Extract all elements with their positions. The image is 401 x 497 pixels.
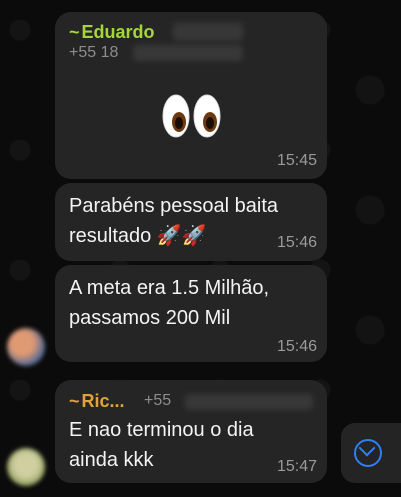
avatar[interactable] <box>7 328 45 366</box>
message-line: passamos 200 Mil <box>69 307 231 329</box>
sender-phone: +55 18 <box>69 44 119 61</box>
avatar[interactable] <box>7 448 45 486</box>
message-line: A meta era 1.5 Milhão, <box>69 277 270 299</box>
message-line: Parabéns pessoal baita <box>69 195 279 217</box>
sender-phone: +55 <box>144 392 172 409</box>
message-line: resultado 🚀🚀 <box>69 225 207 247</box>
message-time: 15:46 <box>276 338 317 355</box>
message-time: 15:46 <box>276 234 317 251</box>
message-bubble-eduardo[interactable]: ~ Eduardo +55 18 15:45 <box>55 12 327 179</box>
redacted-phone <box>133 45 243 61</box>
scroll-to-bottom-button[interactable] <box>341 423 401 483</box>
message-time: 15:45 <box>276 152 317 169</box>
message-time: 15:47 <box>276 458 317 475</box>
eyes-emoji-icon <box>162 94 221 138</box>
sender-name[interactable]: ~ Eduardo <box>69 22 155 43</box>
sender-name[interactable]: ~ Ric... <box>69 391 125 412</box>
message-line: E nao terminou o dia <box>69 419 254 441</box>
message-line: ainda kkk <box>69 449 154 471</box>
message-bubble[interactable]: Parabéns pessoal baita resultado 🚀🚀 15:4… <box>55 183 327 261</box>
redacted-phone <box>185 394 313 410</box>
message-bubble-ric[interactable]: ~ Ric... +55 E nao terminou o dia ainda k… <box>55 380 327 483</box>
sender-tilde: ~ <box>69 22 80 42</box>
sender-tilde: ~ <box>69 391 80 411</box>
redacted-name <box>173 23 243 41</box>
message-bubble[interactable]: A meta era 1.5 Milhão, passamos 200 Mil … <box>55 265 327 362</box>
